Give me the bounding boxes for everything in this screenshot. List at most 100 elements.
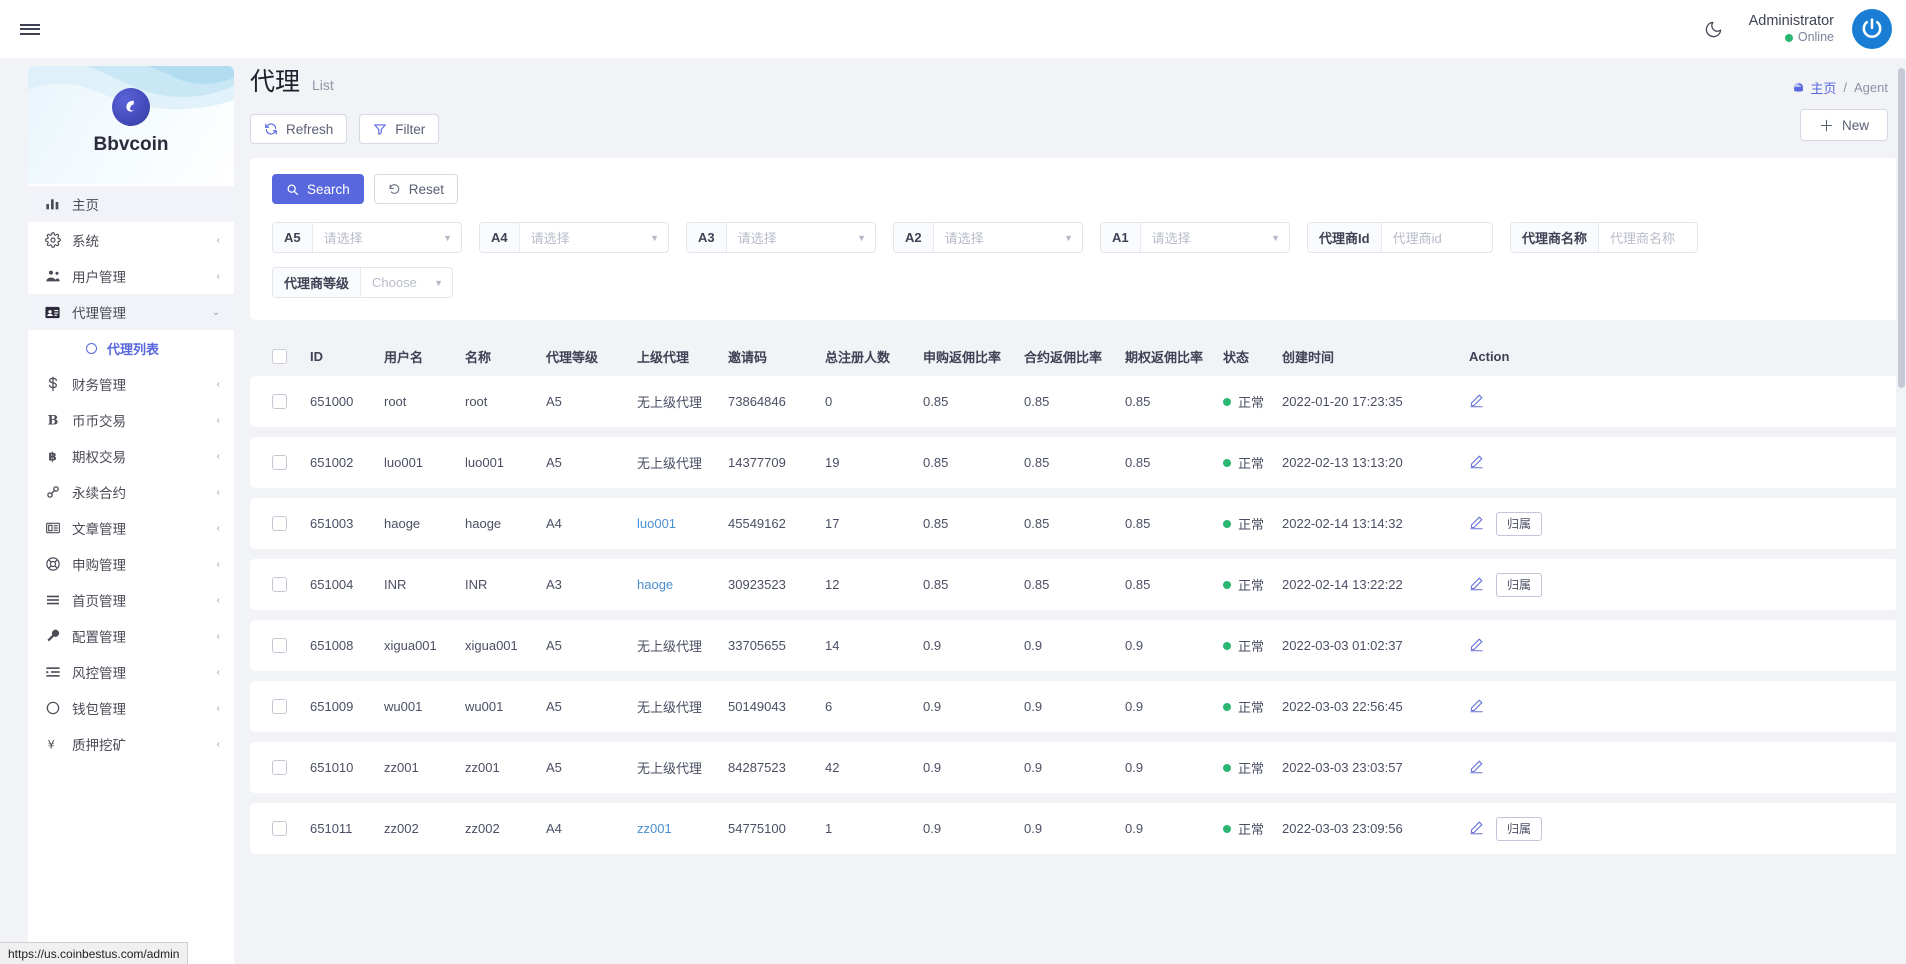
filter-field-a3[interactable]: A3 请选择 ▼ [686, 222, 876, 253]
filter-field-agent-name[interactable]: 代理商名称 代理商名称 [1510, 222, 1698, 253]
filter-field-a1[interactable]: A1 请选择 ▼ [1100, 222, 1290, 253]
sidebar-item-coin-trade[interactable]: B 币币交易 ‹ [28, 402, 234, 438]
page-scrollbar-thumb[interactable] [1898, 68, 1905, 388]
cell-parent[interactable]: haoge [637, 577, 728, 592]
sidebar-item-article-management[interactable]: 文章管理 ‹ [28, 510, 234, 546]
cell-action [1469, 454, 1876, 472]
table-row[interactable]: 651000 root root A5 无上级代理 73864846 0 0.85 0.85 0.… [250, 376, 1898, 427]
new-button[interactable]: ＋ New [1799, 109, 1888, 141]
moon-icon[interactable] [1697, 12, 1731, 46]
cell-registrations: 14 [825, 638, 840, 653]
sidebar-item-perpetual-contract[interactable]: 永续合约 ‹ [28, 474, 234, 510]
avatar[interactable] [1852, 9, 1892, 49]
reset-label: Reset [408, 181, 445, 197]
attribution-button[interactable]: 归属 [1496, 511, 1543, 536]
chevron-down-icon: ▼ [1064, 232, 1073, 243]
row-checkbox[interactable] [272, 638, 287, 653]
edit-icon[interactable] [1469, 454, 1484, 472]
cell-contract-rebate: 0.9 [1024, 699, 1043, 714]
chevron-left-icon: ‹ [216, 414, 220, 426]
cell-level: A4 [546, 821, 562, 836]
field-value[interactable]: 请选择 ▼ [520, 223, 668, 252]
field-label: A4 [480, 223, 520, 252]
field-placeholder: 代理商id [1392, 231, 1442, 246]
table-row[interactable]: 651010 zz001 zz001 A5 无上级代理 84287523 42 0.9 0.9 0… [250, 742, 1898, 793]
cell-invite-code: 14377709 [728, 455, 786, 470]
row-checkbox[interactable] [272, 516, 287, 531]
row-checkbox[interactable] [272, 699, 287, 714]
agent-name-input[interactable]: 代理商名称 [1599, 223, 1697, 252]
filter-button[interactable]: Filter [359, 114, 440, 144]
sidebar-item-user-management[interactable]: 用户管理 ‹ [28, 258, 234, 294]
cell-name: xigua001 [465, 638, 518, 653]
sidebar-item-agent-list[interactable]: 代理列表 [28, 330, 234, 366]
cell-parent[interactable]: zz001 [637, 821, 728, 836]
attribution-button[interactable]: 归属 [1496, 572, 1543, 597]
sidebar-item-risk-management[interactable]: 风控管理 ‹ [28, 654, 234, 690]
edit-icon[interactable] [1469, 576, 1484, 594]
edit-icon[interactable] [1469, 637, 1484, 655]
cell-sub-rebate: 0.9 [923, 638, 942, 653]
edit-icon[interactable] [1469, 820, 1484, 838]
col-id: ID [310, 348, 323, 364]
sidebar-item-system[interactable]: 系统 ‹ [28, 222, 234, 258]
sidebar-item-label: 代理管理 [72, 306, 126, 321]
row-checkbox[interactable] [272, 821, 287, 836]
cell-created: 2022-03-03 23:03:57 [1282, 760, 1403, 775]
field-value[interactable]: 请选择 ▼ [934, 223, 1082, 252]
filter-field-a2[interactable]: A2 请选择 ▼ [893, 222, 1083, 253]
table-row[interactable]: 651009 wu001 wu001 A5 无上级代理 50149043 6 0.9 0.9 0.… [250, 681, 1898, 732]
sidebar-item-homepage-management[interactable]: 首页管理 ‹ [28, 582, 234, 618]
row-checkbox[interactable] [272, 760, 287, 775]
row-checkbox[interactable] [272, 455, 287, 470]
filter-field-agent-id[interactable]: 代理商Id 代理商id [1307, 222, 1493, 253]
refresh-button[interactable]: Refresh [250, 114, 348, 144]
reset-button[interactable]: Reset [373, 174, 459, 204]
sidebar-item-wallet-management[interactable]: 钱包管理 ‹ [28, 690, 234, 726]
table-row[interactable]: 651008 xigua001 xigua001 A5 无上级代理 33705655 14 0… [250, 620, 1898, 671]
edit-icon[interactable] [1469, 698, 1484, 716]
gear-icon [44, 232, 61, 249]
user-info[interactable]: Administrator Online [1749, 12, 1834, 46]
sidebar-item-staking-mining[interactable]: ¥ 质押挖矿 ‹ [28, 726, 234, 762]
sidebar-item-option-trade[interactable]: ฿ 期权交易 ‹ [28, 438, 234, 474]
field-value[interactable]: 请选择 ▼ [313, 223, 461, 252]
sidebar-item-home[interactable]: 主页 [28, 186, 234, 222]
field-value[interactable]: Choose ▼ [361, 268, 452, 297]
table-row[interactable]: 651003 haoge haoge A4 luo001 45549162 17 0.85 0.… [250, 498, 1898, 549]
sidebar-item-agent-management[interactable]: 代理管理 ⌄ [28, 294, 234, 330]
agent-id-input[interactable]: 代理商id [1382, 223, 1492, 252]
col-contract-rebate: 合约返佣比率 [1024, 349, 1103, 365]
filter-field-a4[interactable]: A4 请选择 ▼ [479, 222, 669, 253]
parent-agent-link[interactable]: luo001 [637, 516, 676, 531]
search-button[interactable]: Search [272, 174, 364, 204]
row-checkbox[interactable] [272, 577, 287, 592]
row-select-cell [272, 699, 310, 714]
cell-id: 651000 [310, 394, 354, 409]
select-all-checkbox[interactable] [272, 348, 287, 364]
hamburger-icon[interactable] [10, 9, 50, 49]
attribution-button[interactable]: 归属 [1496, 816, 1543, 841]
filter-field-a5[interactable]: A5 请选择 ▼ [272, 222, 462, 253]
filter-field-agent-level[interactable]: 代理商等级 Choose ▼ [272, 267, 453, 298]
field-value[interactable]: 请选择 ▼ [727, 223, 875, 252]
table-row[interactable]: 651002 luo001 luo001 A5 无上级代理 14377709 19 0.85 0… [250, 437, 1898, 488]
cell-registrations: 6 [825, 699, 833, 714]
breadcrumb-home[interactable]: 主页 [1792, 78, 1836, 97]
edit-icon[interactable] [1469, 393, 1484, 411]
sidebar-item-subscription-management[interactable]: 申购管理 ‹ [28, 546, 234, 582]
sidebar-item-config-management[interactable]: 配置管理 ‹ [28, 618, 234, 654]
table-row[interactable]: 651004 INR INR A3 haoge 30923523 12 0.85 0.85 0.8… [250, 559, 1898, 610]
field-label: 代理商名称 [1511, 223, 1600, 252]
row-checkbox[interactable] [272, 394, 287, 409]
parent-agent-link[interactable]: haoge [637, 577, 673, 592]
parent-agent-link[interactable]: zz001 [637, 821, 672, 836]
chevron-left-icon: ‹ [216, 378, 220, 390]
table-row[interactable]: 651011 zz002 zz002 A4 zz001 54775100 1 0.9 0.9 0.… [250, 803, 1898, 854]
status-dot-icon [1223, 519, 1231, 528]
edit-icon[interactable] [1469, 515, 1484, 533]
edit-icon[interactable] [1469, 759, 1484, 777]
cell-parent[interactable]: luo001 [637, 516, 728, 531]
field-value[interactable]: 请选择 ▼ [1141, 223, 1289, 252]
sidebar-item-finance[interactable]: 财务管理 ‹ [28, 366, 234, 402]
